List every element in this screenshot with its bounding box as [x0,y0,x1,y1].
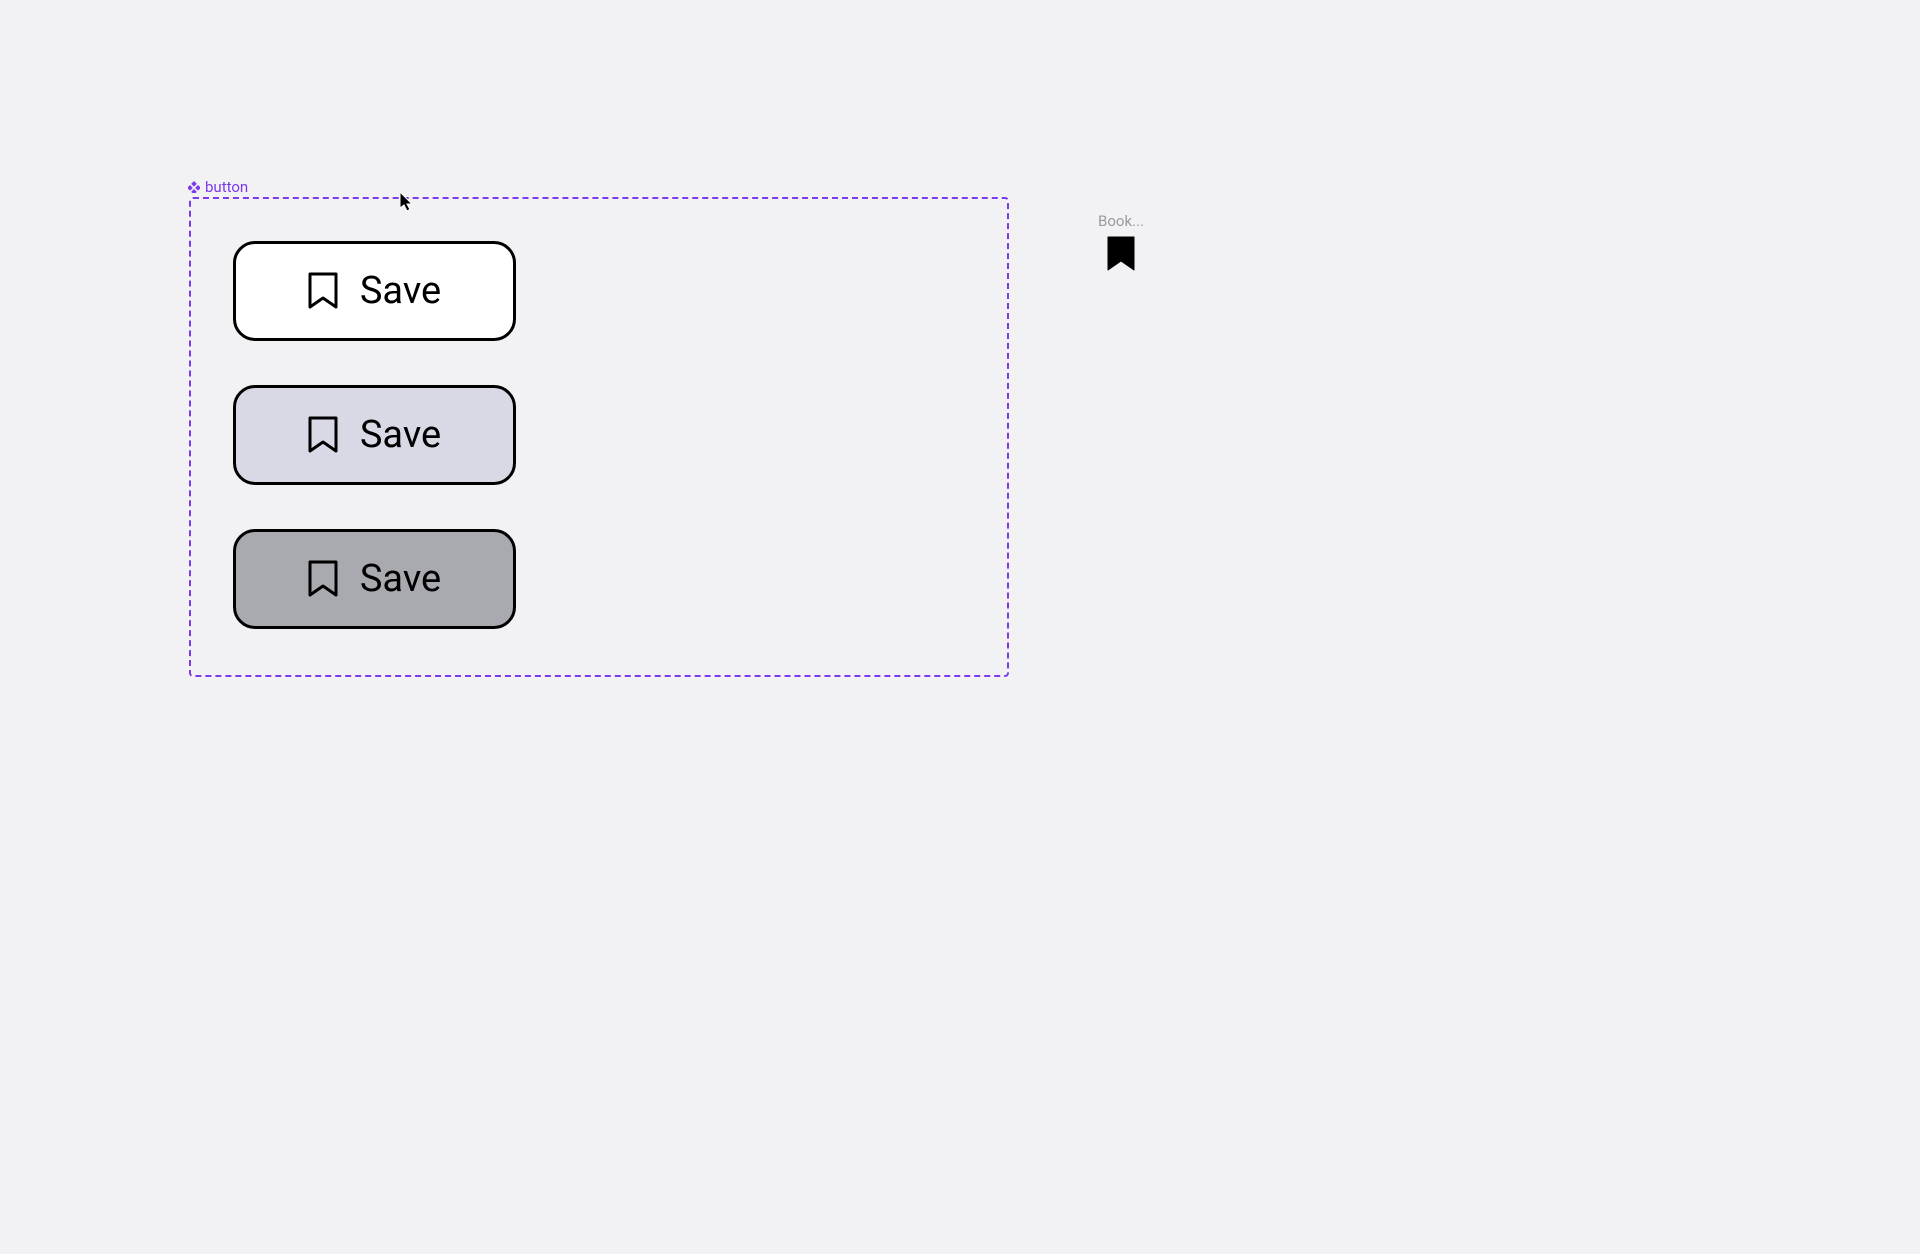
bookmark-icon [308,416,338,454]
bookmark-icon [308,272,338,310]
component-label[interactable]: button [188,178,248,196]
asset-bookmark[interactable]: Book... [1098,212,1144,272]
asset-label: Book... [1098,212,1144,230]
cursor-icon [400,192,416,212]
bookmark-icon [1107,236,1135,272]
button-label: Save [360,413,441,457]
component-variant-frame[interactable]: Save Save Save [189,197,1009,677]
component-variant-icon [188,181,200,193]
save-button-default[interactable]: Save [233,241,516,341]
save-button-hover[interactable]: Save [233,385,516,485]
save-button-active[interactable]: Save [233,529,516,629]
component-label-text: button [205,178,248,196]
bookmark-icon [308,560,338,598]
button-label: Save [360,557,441,601]
button-label: Save [360,269,441,313]
